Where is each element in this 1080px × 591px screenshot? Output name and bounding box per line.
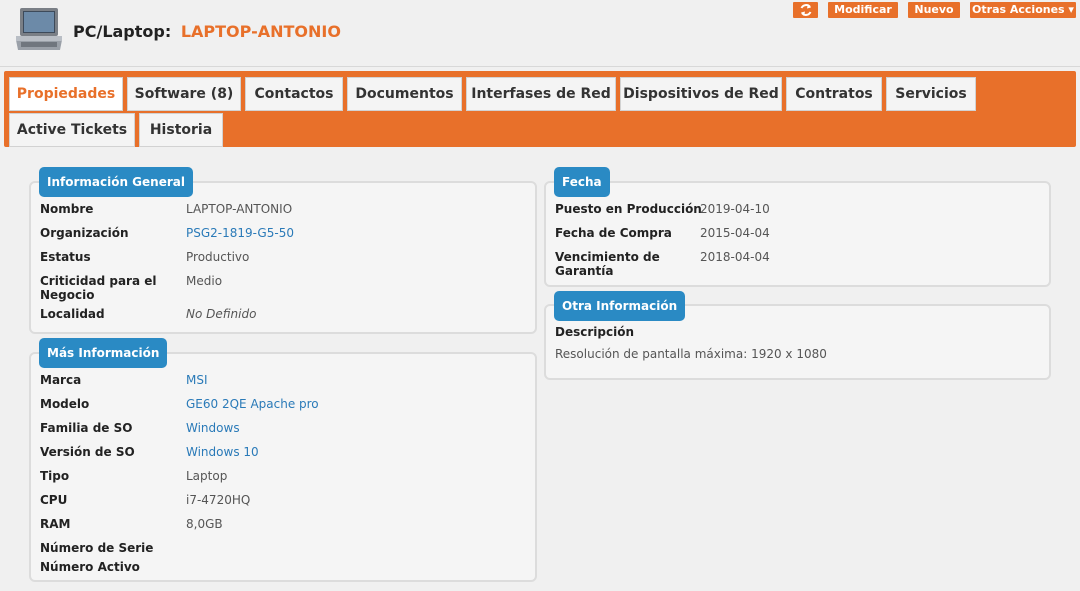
tab-contactos[interactable]: Contactos (245, 77, 343, 111)
field-label: Número Activo (40, 560, 140, 574)
tab-software[interactable]: Software (8) (127, 77, 241, 111)
field-value-cpu: i7-4720HQ (186, 493, 251, 507)
tab-active-tickets[interactable]: Active Tickets (9, 113, 135, 147)
field-label: Vencimiento de Garantía (555, 250, 660, 278)
field-label: Organización (40, 226, 129, 240)
field-label: Número de Serie (40, 541, 154, 555)
refresh-button[interactable] (793, 2, 818, 18)
field-value-localidad: No Definido (186, 307, 257, 321)
field-label: Fecha de Compra (555, 226, 672, 240)
marca-link[interactable]: MSI (186, 373, 208, 387)
familia-so-link[interactable]: Windows (186, 421, 240, 435)
field-value-vencimiento-garantia: 2018-04-04 (700, 250, 770, 264)
tab-contratos[interactable]: Contratos (786, 77, 882, 111)
field-label: Estatus (40, 250, 91, 264)
field-label: Puesto en Producción (555, 202, 702, 216)
modificar-button[interactable]: Modificar (828, 2, 898, 18)
version-so-link[interactable]: Windows 10 (186, 445, 259, 459)
field-label: Modelo (40, 397, 90, 411)
device-name: LAPTOP-ANTONIO (180, 22, 341, 41)
more-info-legend: Más Información (39, 338, 168, 368)
otra-info-legend: Otra Información (554, 291, 686, 321)
tab-historia[interactable]: Historia (139, 113, 223, 147)
field-label: Versión de SO (40, 445, 135, 459)
tab-bar: Propiedades Software (8) Contactos Docum… (4, 71, 1076, 147)
field-value-criticidad: Medio (186, 274, 223, 288)
fecha-legend: Fecha (554, 167, 610, 197)
field-value-puesto-produccion: 2019-04-10 (700, 202, 770, 216)
header-divider (0, 66, 1080, 67)
tab-servicios[interactable]: Servicios (886, 77, 976, 111)
tab-interfases-de-red[interactable]: Interfases de Red (466, 77, 616, 111)
nuevo-button[interactable]: Nuevo (908, 2, 960, 18)
laptop-icon (16, 8, 62, 50)
field-label: Tipo (40, 469, 70, 483)
descripcion-label: Descripción (555, 325, 634, 339)
field-label: RAM (40, 517, 71, 531)
page-header: PC/Laptop: LAPTOP-ANTONIO Modificar Nuev… (0, 0, 1080, 66)
field-label: Marca (40, 373, 82, 387)
refresh-icon (800, 4, 811, 16)
field-label: Criticidad para el Negocio (40, 274, 157, 302)
field-value-fecha-compra: 2015-04-04 (700, 226, 770, 240)
field-label: Nombre (40, 202, 94, 216)
general-info-legend: Información General (39, 167, 193, 197)
title-prefix: PC/Laptop: (73, 22, 172, 41)
descripcion-value: Resolución de pantalla máxima: 1920 x 10… (555, 347, 827, 361)
modelo-link[interactable]: GE60 2QE Apache pro (186, 397, 319, 411)
field-value-tipo: Laptop (186, 469, 228, 483)
tab-propiedades[interactable]: Propiedades (9, 77, 123, 111)
page-title: PC/Laptop: LAPTOP-ANTONIO (73, 22, 341, 41)
field-label: Familia de SO (40, 421, 133, 435)
field-value-estatus: Productivo (186, 250, 250, 264)
field-value-ram: 8,0GB (186, 517, 223, 531)
field-value-nombre: LAPTOP-ANTONIO (186, 202, 293, 216)
field-label: CPU (40, 493, 68, 507)
field-label: Localidad (40, 307, 105, 321)
tab-documentos[interactable]: Documentos (347, 77, 462, 111)
tab-dispositivos-de-red[interactable]: Dispositivos de Red (620, 77, 782, 111)
organization-link[interactable]: PSG2-1819-G5-50 (186, 226, 294, 240)
otras-acciones-button[interactable]: Otras Acciones ▾ (970, 2, 1076, 18)
